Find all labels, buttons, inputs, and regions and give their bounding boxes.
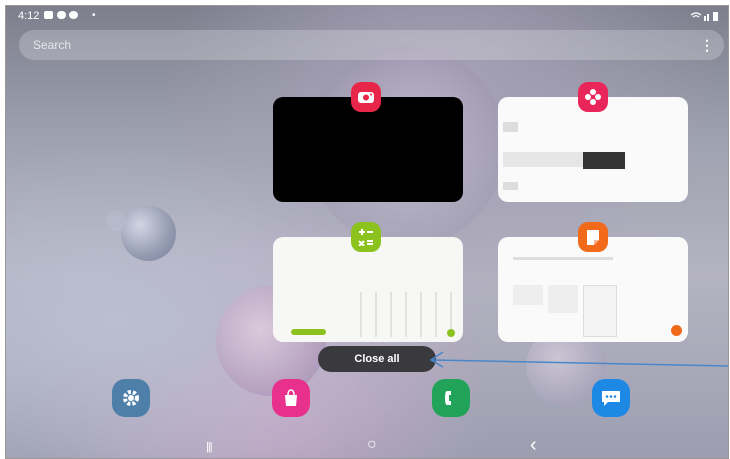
dock-phone[interactable] (432, 379, 470, 417)
recents-nav-button[interactable]: ||| (206, 441, 213, 453)
gallery-app-icon[interactable] (578, 82, 608, 112)
notes-icon (587, 230, 599, 245)
home-nav-button[interactable]: ○ (367, 436, 377, 454)
dock-settings[interactable] (112, 379, 150, 417)
back-nav-button[interactable]: ‹ (530, 434, 537, 457)
close-all-button[interactable]: Close all (318, 346, 436, 372)
note-card (548, 285, 578, 313)
search-bar[interactable]: Search ⋮ (19, 30, 724, 60)
recent-card-gallery[interactable] (498, 97, 688, 202)
flower-icon (585, 89, 601, 105)
thumbnail-row (503, 122, 518, 132)
thumbnail-row (503, 182, 518, 190)
calculator-keypad (353, 292, 458, 337)
status-time: 4:12 (18, 10, 40, 22)
note-card (583, 285, 617, 337)
dock-store[interactable] (272, 379, 310, 417)
calculator-icon (358, 229, 373, 246)
recent-card-calculator[interactable] (273, 237, 463, 342)
search-placeholder: Search (33, 38, 72, 52)
note-card (513, 285, 543, 305)
dot-notification-icon: • (92, 10, 96, 21)
camera-app-icon[interactable] (351, 82, 381, 112)
account-notification-icon (69, 11, 78, 19)
phone-icon (445, 391, 451, 405)
recent-card-camera[interactable] (273, 97, 463, 202)
camera-icon (358, 92, 374, 103)
thumbnail-dark (583, 152, 625, 169)
note-text-line (513, 257, 613, 260)
wifi-icon (690, 12, 718, 21)
bubble-decoration (121, 206, 176, 261)
bubble-decoration (106, 211, 126, 231)
dock-messages[interactable] (592, 379, 630, 417)
status-bar: 4:12 • (6, 6, 728, 28)
cloud-notification-icon (57, 11, 66, 19)
calculator-equals (447, 329, 455, 337)
calculator-button (291, 329, 326, 335)
notes-app-icon[interactable] (578, 222, 608, 252)
annotation-arrow (429, 351, 728, 368)
gear-icon (123, 390, 139, 406)
chat-icon (602, 391, 620, 406)
more-options-icon[interactable]: ⋮ (700, 37, 714, 54)
add-note-fab (671, 325, 682, 336)
recent-card-notes[interactable] (498, 237, 688, 342)
wifi-signal-battery-icons (690, 11, 720, 23)
calculator-app-icon[interactable] (351, 222, 381, 252)
tablet-screen: 4:12 • Search ⋮ Close all ||| ○ ‹ (5, 5, 729, 459)
gallery-notification-icon (44, 11, 53, 19)
shopping-bag-icon (285, 389, 297, 406)
